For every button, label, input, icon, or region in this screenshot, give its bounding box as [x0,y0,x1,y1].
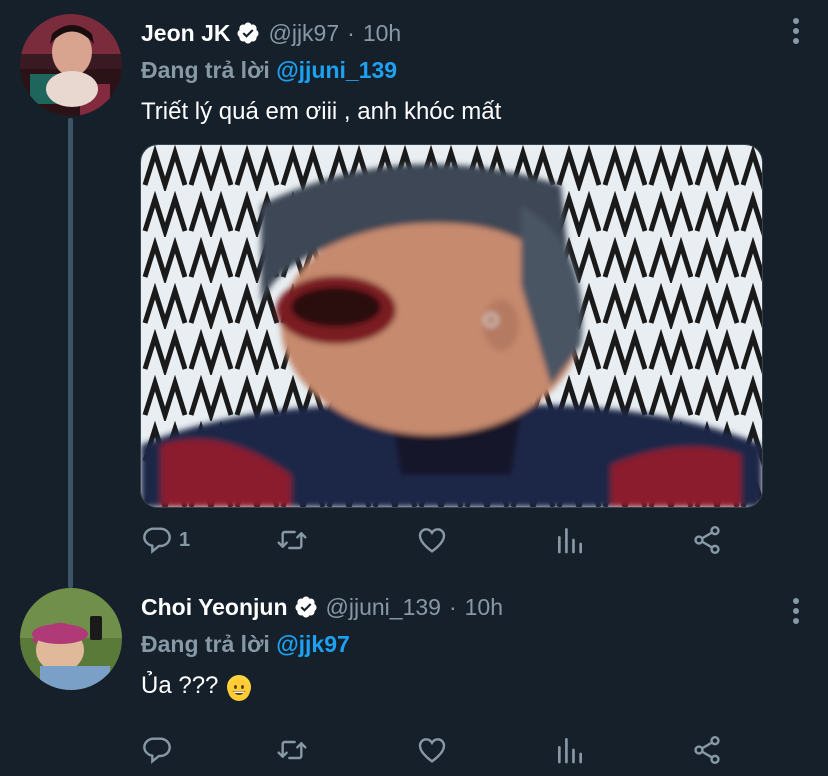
tweet-text: Ủa ??? [141,666,808,706]
share-icon [694,526,720,554]
avatar[interactable] [20,588,122,690]
like-icon [418,738,446,763]
display-name[interactable]: Jeon JK [141,20,230,47]
reply-button[interactable]: 1 [141,524,190,556]
tweet-media-image[interactable] [140,144,763,508]
replying-mention-link[interactable]: @jjuni_139 [276,57,397,83]
user-handle[interactable]: @jjuni_139 [326,594,441,621]
analytics-icon [558,738,582,764]
tweet-actions: 1 [141,519,768,561]
tweet[interactable]: Choi Yeonjun @jjuni_139 · 10h Đang trả l… [0,580,828,776]
replying-to-line: Đang trả lời @jjuni_139 [141,52,808,88]
reply-count: 1 [179,528,191,551]
reply-button[interactable] [141,734,173,766]
separator-dot: · [448,593,457,620]
tweet-actions [141,729,768,771]
tweet-content: Choi Yeonjun @jjuni_139 · 10h Đang trả l… [141,588,808,706]
tweet-header: Choi Yeonjun @jjuni_139 · 10h [141,588,808,626]
retweet-button[interactable] [276,524,308,556]
reply-icon [143,737,171,764]
tweet-content: Jeon JK @jjk97 · 10h Đang trả lời @jjuni… [141,14,808,132]
share-button[interactable] [691,734,723,766]
timestamp[interactable]: 10h [465,594,503,621]
retweet-button[interactable] [276,734,308,766]
tweet-text-content: Ủa ??? [141,672,219,699]
timestamp[interactable]: 10h [363,20,401,47]
verified-badge-icon [294,595,318,619]
like-icon [418,528,446,553]
more-options-icon[interactable] [784,16,808,46]
analytics-button[interactable] [554,734,586,766]
more-options-icon[interactable] [784,596,808,626]
grinning-face-emoji [227,674,252,701]
replying-mention-link[interactable]: @jjk97 [276,631,350,657]
retweet-icon [277,740,307,760]
user-handle[interactable]: @jjk97 [268,20,339,47]
like-button[interactable] [416,524,448,556]
share-icon [694,736,720,764]
retweet-icon [277,530,307,550]
like-button[interactable] [416,734,448,766]
replying-to-line: Đang trả lời @jjk97 [141,626,808,662]
verified-badge-icon [236,21,260,45]
share-button[interactable] [691,524,723,556]
avatar[interactable] [20,14,122,116]
tweet-header: Jeon JK @jjk97 · 10h [141,14,808,52]
replying-prefix: Đang trả lời [141,631,277,657]
analytics-icon [558,528,582,554]
display-name[interactable]: Choi Yeonjun [141,594,288,621]
tweet[interactable]: Jeon JK @jjk97 · 10h Đang trả lời @jjuni… [0,0,828,580]
replying-prefix: Đang trả lời [141,57,277,83]
analytics-button[interactable] [554,524,586,556]
tweet-text: Triết lý quá em ơiii , anh khóc mất [141,98,502,125]
reply-icon [143,527,171,554]
separator-dot: · [347,19,355,46]
